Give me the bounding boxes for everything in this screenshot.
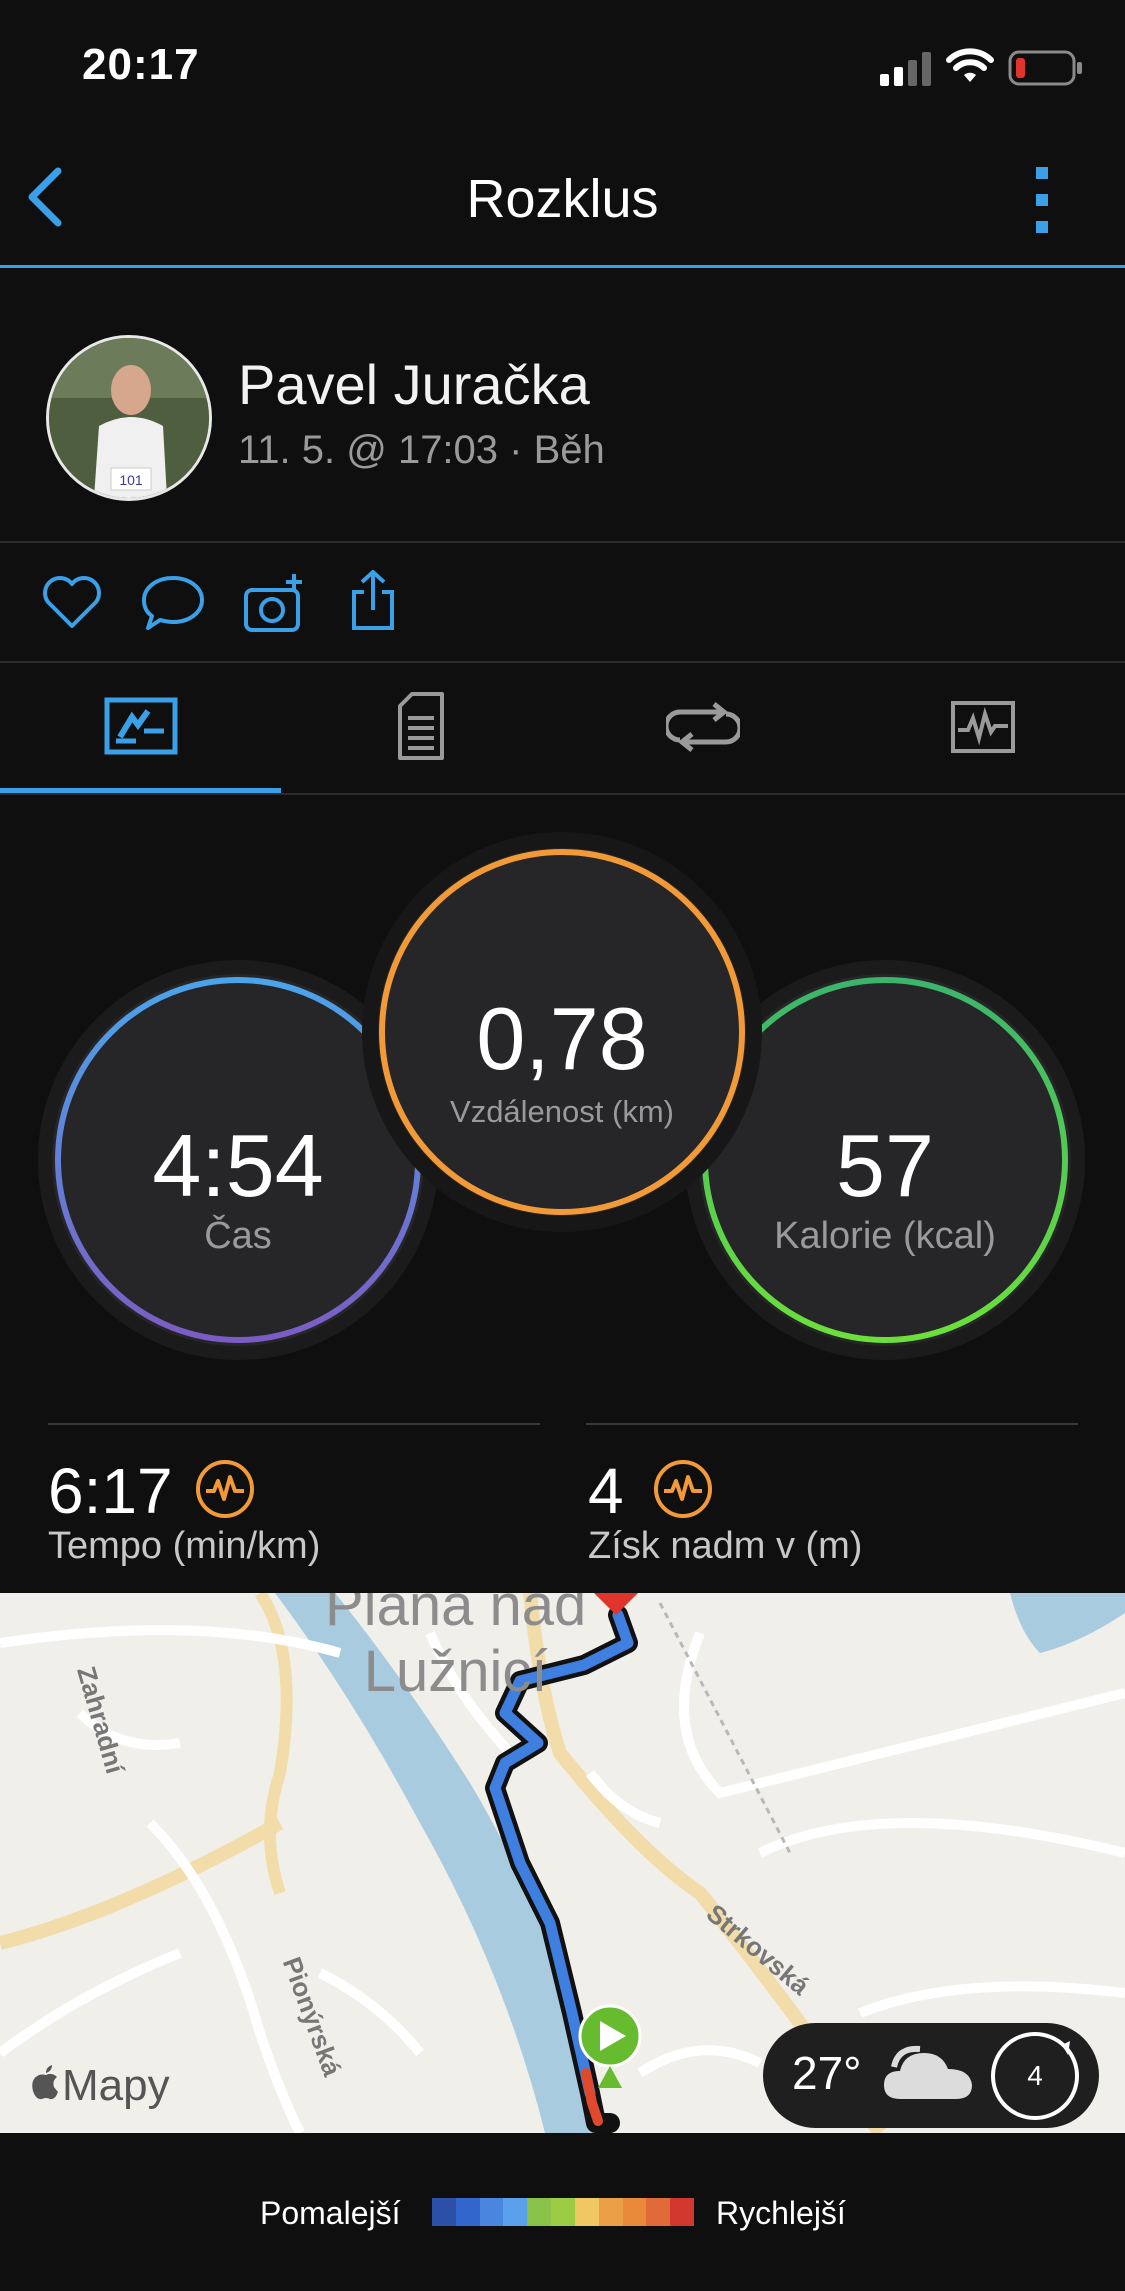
calories-label: Kalorie (kcal) (774, 1215, 996, 1257)
elevation-activity-icon (654, 1460, 712, 1518)
activity-meta: 11. 5. @ 17:03 · Běh (238, 428, 605, 472)
tab-overview-icon[interactable] (104, 697, 178, 755)
wifi-icon (946, 48, 994, 82)
map-attribution[interactable]: Mapy (62, 2061, 170, 2111)
temperature: 27° (792, 2047, 862, 2099)
pace-label: Tempo (min/km) (48, 1525, 321, 1567)
town-label: Planá nad Lužnicí (325, 1593, 586, 1705)
distance-label: Vzdálenost (km) (450, 1094, 674, 1129)
comment-icon[interactable] (140, 572, 206, 632)
wind-speed: 4 (1027, 2060, 1043, 2091)
status-time: 20:17 (82, 40, 200, 89)
route-map[interactable]: Planá nad Lužnicí Zahradní Pionýrská Str… (0, 1593, 1125, 2133)
legend-swatch (551, 2198, 575, 2226)
like-icon[interactable] (40, 572, 104, 630)
divider (586, 1423, 1078, 1425)
town-label-line1: Planá nad (325, 1593, 587, 1638)
time-value: 4:54 (152, 1116, 324, 1215)
legend-swatch (574, 2198, 599, 2226)
bib-number: 101 (119, 472, 143, 488)
apple-logo-icon (32, 2065, 58, 2100)
elevation-value: 4 (588, 1455, 624, 1527)
tab-laps-icon[interactable] (666, 700, 740, 754)
tab-details-icon[interactable] (396, 692, 446, 760)
legend-swatch (503, 2198, 528, 2226)
add-photo-icon[interactable] (242, 572, 308, 634)
tab-charts-icon[interactable] (950, 700, 1016, 754)
legend-swatch (598, 2198, 623, 2226)
cloud-icon (884, 2045, 972, 2099)
legend-faster-label: Rychlejší (716, 2195, 846, 2231)
divider (0, 541, 1125, 543)
pace-value: 6:17 (48, 1455, 173, 1527)
share-icon[interactable] (350, 568, 396, 632)
divider (0, 661, 1125, 663)
calories-value: 57 (836, 1116, 934, 1215)
divider (0, 793, 1125, 795)
legend-slower-label: Pomalejší (260, 2195, 401, 2231)
time-label: Čas (204, 1215, 272, 1257)
distance-value: 0,78 (476, 989, 648, 1088)
legend-swatch (479, 2198, 504, 2226)
pace-activity-icon (196, 1460, 254, 1518)
divider (48, 1423, 540, 1425)
town-label-line2: Lužnicí (363, 1639, 548, 1704)
legend-swatch (527, 2198, 552, 2226)
signal-icon (880, 52, 931, 86)
pace-color-scale (432, 2198, 694, 2226)
legend-swatch (646, 2198, 671, 2226)
legend-swatch (432, 2198, 456, 2226)
battery-icon (1008, 50, 1082, 86)
legend-swatch (455, 2198, 480, 2226)
user-name[interactable]: Pavel Juračka (238, 352, 590, 417)
legend-swatch (670, 2198, 694, 2226)
page-title: Rozklus (466, 169, 659, 229)
legend-swatch (622, 2198, 647, 2226)
more-menu-icon[interactable] (1030, 165, 1054, 235)
avatar[interactable]: 101 (46, 335, 212, 501)
elevation-label: Získ nadm v (m) (588, 1525, 863, 1567)
